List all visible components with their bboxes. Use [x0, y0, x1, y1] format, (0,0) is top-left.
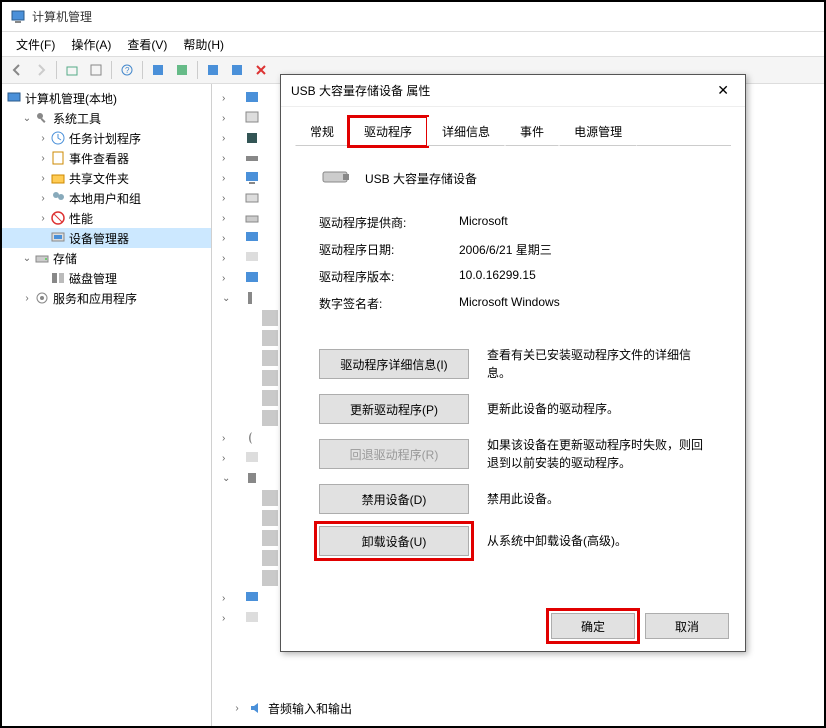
rollback-driver-button: 回退驱动程序(R) [319, 439, 469, 469]
tabs: 常规 驱动程序 详细信息 事件 电源管理 [295, 117, 735, 146]
disable-device-button[interactable]: 禁用设备(D) [319, 484, 469, 514]
signer-label: 数字签名者: [319, 295, 459, 312]
tree-label: 本地用户和组 [69, 190, 141, 207]
menu-view[interactable]: 查看(V) [119, 33, 175, 56]
cancel-button[interactable]: 取消 [645, 613, 729, 639]
toolbtn-1[interactable] [147, 59, 169, 81]
device-audio[interactable]: › 音频输入和输出 [230, 698, 352, 718]
dialog-title: USB 大容量存储设备 属性 [291, 82, 711, 99]
up-button[interactable] [61, 59, 83, 81]
titlebar: 计算机管理 [2, 2, 824, 32]
tab-events[interactable]: 事件 [505, 117, 559, 146]
properties-dialog: USB 大容量存储设备 属性 ✕ 常规 驱动程序 详细信息 事件 电源管理 US… [280, 74, 746, 652]
menubar: 文件(F) 操作(A) 查看(V) 帮助(H) [2, 32, 824, 56]
device-label: 音频输入和输出 [268, 700, 352, 717]
back-button[interactable] [6, 59, 28, 81]
delete-button[interactable] [250, 59, 272, 81]
tree-shared-folders[interactable]: › 共享文件夹 [2, 168, 211, 188]
driver-details-desc: 查看有关已安装驱动程序文件的详细信息。 [487, 346, 707, 382]
device-icon [319, 162, 351, 194]
tree-performance[interactable]: › 性能 [2, 208, 211, 228]
tree-label: 系统工具 [53, 110, 101, 127]
tab-details[interactable]: 详细信息 [427, 117, 505, 146]
disable-device-desc: 禁用此设备。 [487, 490, 707, 508]
tree-label: 性能 [69, 210, 93, 227]
tree-local-users[interactable]: › 本地用户和组 [2, 188, 211, 208]
tab-general[interactable]: 常规 [295, 117, 349, 146]
tree-label: 磁盘管理 [69, 270, 117, 287]
app-icon [10, 9, 26, 25]
toolbtn-3[interactable] [202, 59, 224, 81]
provider-value: Microsoft [459, 214, 707, 231]
tree-panel: 计算机管理(本地) ⌄ 系统工具 › 任务计划程序 › 事件查看器 › 共享文件… [2, 84, 212, 726]
tree-event-viewer[interactable]: › 事件查看器 [2, 148, 211, 168]
menu-action[interactable]: 操作(A) [63, 33, 119, 56]
tree-task-scheduler[interactable]: › 任务计划程序 [2, 128, 211, 148]
tree-disk-mgmt[interactable]: 磁盘管理 [2, 268, 211, 288]
tree-label: 共享文件夹 [69, 170, 129, 187]
tab-body: USB 大容量存储设备 驱动程序提供商:Microsoft 驱动程序日期:200… [295, 145, 731, 578]
provider-label: 驱动程序提供商: [319, 214, 459, 231]
tree-storage[interactable]: ⌄ 存储 [2, 248, 211, 268]
tab-driver[interactable]: 驱动程序 [349, 117, 427, 146]
tree-services[interactable]: › 服务和应用程序 [2, 288, 211, 308]
tree-system-tools[interactable]: ⌄ 系统工具 [2, 108, 211, 128]
tab-power[interactable]: 电源管理 [559, 117, 637, 146]
rollback-driver-desc: 如果该设备在更新驱动程序时失败，则回退到以前安装的驱动程序。 [487, 436, 707, 472]
menu-help[interactable]: 帮助(H) [175, 33, 232, 56]
tree-root-label: 计算机管理(本地) [25, 90, 117, 107]
update-driver-desc: 更新此设备的驱动程序。 [487, 400, 707, 418]
toolbtn-4[interactable] [226, 59, 248, 81]
forward-button[interactable] [30, 59, 52, 81]
tree-label: 设备管理器 [69, 230, 129, 247]
tree-device-manager[interactable]: 设备管理器 [2, 228, 211, 248]
tree-label: 任务计划程序 [69, 130, 141, 147]
uninstall-device-button[interactable]: 卸载设备(U) [319, 526, 469, 556]
uninstall-device-desc: 从系统中卸载设备(高级)。 [487, 532, 707, 550]
date-label: 驱动程序日期: [319, 241, 459, 258]
tree-label: 事件查看器 [69, 150, 129, 167]
close-button[interactable]: ✕ [711, 80, 735, 101]
signer-value: Microsoft Windows [459, 295, 707, 312]
tree-label: 存储 [53, 250, 77, 267]
ok-button[interactable]: 确定 [551, 613, 635, 639]
dialog-titlebar: USB 大容量存储设备 属性 ✕ [281, 75, 745, 107]
props-button[interactable] [85, 59, 107, 81]
svg-text:?: ? [125, 66, 130, 75]
date-value: 2006/6/21 星期三 [459, 241, 707, 258]
version-label: 驱动程序版本: [319, 268, 459, 285]
driver-details-button[interactable]: 驱动程序详细信息(I) [319, 349, 469, 379]
tree-root[interactable]: 计算机管理(本地) [2, 88, 211, 108]
menu-file[interactable]: 文件(F) [8, 33, 63, 56]
help-button[interactable]: ? [116, 59, 138, 81]
version-value: 10.0.16299.15 [459, 268, 707, 285]
device-name: USB 大容量存储设备 [365, 170, 477, 187]
tree-label: 服务和应用程序 [53, 290, 137, 307]
window-title: 计算机管理 [32, 8, 92, 25]
update-driver-button[interactable]: 更新驱动程序(P) [319, 394, 469, 424]
toolbtn-2[interactable] [171, 59, 193, 81]
